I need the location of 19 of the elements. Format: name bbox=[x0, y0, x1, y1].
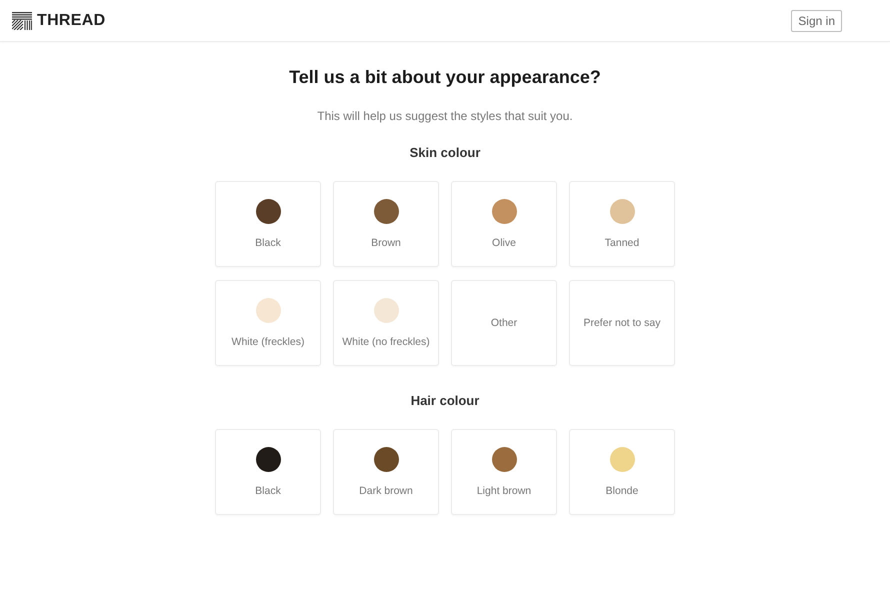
option-card[interactable]: Black bbox=[215, 429, 321, 515]
option-card[interactable]: Olive bbox=[451, 181, 557, 267]
logo-wordmark[interactable]: THREAD bbox=[37, 12, 106, 30]
option-card[interactable]: Blonde bbox=[569, 429, 675, 515]
sign-in-button[interactable]: Sign in bbox=[791, 10, 842, 32]
option-card[interactable]: Prefer not to say bbox=[569, 280, 675, 366]
option-card[interactable]: Tanned bbox=[569, 181, 675, 267]
option-card[interactable]: White (freckles) bbox=[215, 280, 321, 366]
page-subtitle: This will help us suggest the styles that suit you. bbox=[317, 109, 573, 123]
option-card[interactable]: Brown bbox=[333, 181, 439, 267]
option-card[interactable]: Light brown bbox=[451, 429, 557, 515]
logo-icon bbox=[12, 12, 32, 30]
option-card[interactable]: Black bbox=[215, 181, 321, 267]
option-card[interactable]: White (no freckles) bbox=[333, 280, 439, 366]
option-card[interactable]: Other bbox=[451, 280, 557, 366]
option-card[interactable]: Dark brown bbox=[333, 429, 439, 515]
page-heading: Tell us a bit about your appearance? bbox=[289, 66, 601, 88]
section-heading: Hair colour bbox=[410, 393, 480, 409]
section-heading: Skin colour bbox=[410, 145, 480, 161]
